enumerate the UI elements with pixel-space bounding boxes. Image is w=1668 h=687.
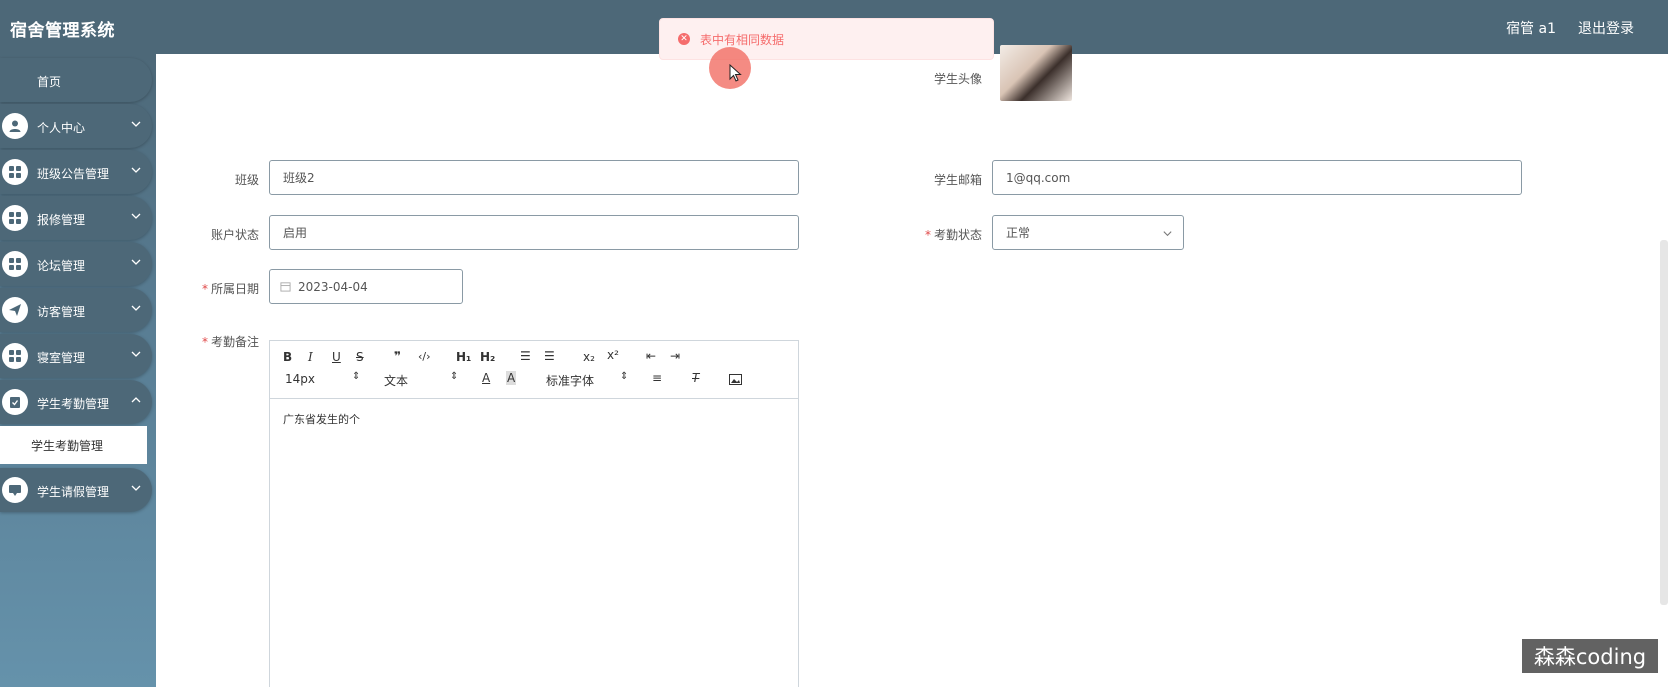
chevron-down-icon	[131, 213, 141, 219]
chevron-up-icon	[131, 397, 141, 403]
remark-label-text: 考勤备注	[210, 335, 259, 349]
code-icon[interactable]: ‹/›	[418, 350, 431, 363]
date-value: 2023-04-04	[298, 279, 368, 294]
sidebar-item-label: 首页	[37, 75, 62, 89]
chevron-down-icon	[131, 121, 141, 127]
app-title: 宿舍管理系统	[10, 21, 115, 41]
attendance-status-label: * 考勤状态	[924, 228, 982, 242]
sidebar-item-label: 报修管理	[37, 213, 86, 227]
email-field[interactable]: 1@qq.com	[992, 160, 1522, 195]
date-label-text: 所属日期	[210, 282, 259, 296]
font-size-arrows-icon: ⇕	[352, 371, 361, 382]
sidebar-item-personal-center[interactable]: 个人中心	[0, 104, 152, 148]
chevron-down-icon	[131, 167, 141, 173]
class-field[interactable]: 班级2	[269, 160, 799, 195]
font-size-select[interactable]: 14px	[285, 372, 315, 386]
mouse-cursor-icon	[729, 64, 742, 82]
grid-icon	[2, 205, 28, 231]
send-icon	[2, 297, 28, 323]
superscript-button[interactable]: x²	[607, 348, 619, 362]
email-label: 学生邮箱	[933, 173, 982, 187]
chevron-down-icon	[131, 305, 141, 311]
outdent-icon[interactable]: ⇤	[646, 349, 656, 363]
avatar-label: 学生头像	[933, 72, 982, 86]
sidebar-item-label: 班级公告管理	[37, 167, 110, 181]
class-label: 班级	[234, 173, 259, 187]
blockquote-icon[interactable]: ❞	[394, 349, 401, 363]
ordered-list-icon[interactable]: ☰	[520, 349, 531, 363]
sidebar-item-forum[interactable]: 论坛管理	[0, 242, 152, 286]
background-color-icon[interactable]: A	[506, 371, 517, 385]
sidebar-item-home[interactable]: 首页	[0, 58, 152, 102]
italic-button[interactable]: I	[308, 350, 313, 364]
sidebar-item-label: 论坛管理	[37, 259, 86, 273]
clear-format-icon[interactable]: T	[692, 371, 699, 385]
top-right-actions: 宿管 a1 退出登录	[1506, 18, 1634, 38]
sidebar-item-visitor[interactable]: 访客管理	[0, 288, 152, 332]
sidebar-subitem-attendance[interactable]: 学生考勤管理	[0, 426, 147, 464]
chat-icon	[2, 477, 28, 503]
watermark: 森森coding	[1522, 639, 1658, 673]
strike-button[interactable]: S	[356, 350, 364, 364]
grid-icon	[2, 159, 28, 185]
sidebar-item-attendance[interactable]: 学生考勤管理	[0, 380, 152, 424]
grid-icon	[2, 251, 28, 277]
sidebar-item-dorm[interactable]: 寝室管理	[0, 334, 152, 378]
editor-toolbar: B I U S ❞ ‹/› H₁ H₂ ☰ ☰ x₂ x² ⇤ ⇥ 14px ⇕…	[270, 341, 798, 399]
heading2-button[interactable]: H₂	[480, 350, 495, 364]
error-circle-icon: ✕	[678, 33, 690, 45]
image-icon[interactable]	[729, 374, 742, 385]
sidebar: 首页 个人中心 班级公告管理 报修管理 论坛管理 访客管理 寝室管理 学生考勤管…	[0, 54, 156, 687]
font-family-arrows-icon: ⇕	[620, 371, 629, 382]
class-value: 班级2	[283, 171, 315, 185]
remark-label: * 考勤备注	[201, 335, 259, 349]
calendar-icon	[280, 282, 291, 292]
text-style-arrows-icon: ⇕	[450, 371, 459, 382]
user-icon	[2, 113, 28, 139]
logout-button[interactable]: 退出登录	[1578, 18, 1634, 38]
toast-message: 表中有相同数据	[700, 32, 785, 47]
clipboard-icon	[2, 389, 28, 415]
date-picker[interactable]: 2023-04-04	[269, 269, 463, 304]
indent-icon[interactable]: ⇥	[670, 349, 680, 363]
editor-content[interactable]: 广东省发生的个	[283, 411, 360, 427]
sidebar-item-class-notice[interactable]: 班级公告管理	[0, 150, 152, 194]
underline-button[interactable]: U	[332, 350, 341, 364]
attendance-status-value: 正常	[1006, 226, 1031, 240]
sidebar-item-label: 寝室管理	[37, 351, 86, 365]
chevron-down-icon	[1163, 231, 1172, 237]
grid-icon	[2, 343, 28, 369]
email-value: 1@qq.com	[1006, 170, 1071, 185]
font-family-select[interactable]: 标准字体	[546, 372, 594, 389]
attendance-status-label-text: 考勤状态	[933, 228, 982, 242]
error-toast: ✕ 表中有相同数据	[659, 18, 994, 60]
account-status-value: 启用	[283, 226, 308, 240]
rich-text-editor: B I U S ❞ ‹/› H₁ H₂ ☰ ☰ x₂ x² ⇤ ⇥ 14px ⇕…	[269, 340, 799, 687]
chevron-down-icon	[131, 351, 141, 357]
sidebar-subitem-label: 学生考勤管理	[31, 438, 104, 453]
chevron-down-icon	[131, 259, 141, 265]
scrollbar[interactable]	[1660, 240, 1668, 605]
align-icon[interactable]: ≡	[652, 371, 662, 385]
chevron-down-icon	[131, 485, 141, 491]
font-color-icon[interactable]: A	[482, 371, 490, 385]
sidebar-item-label: 学生考勤管理	[37, 397, 110, 411]
account-status-field[interactable]: 启用	[269, 215, 799, 250]
attendance-status-select[interactable]: 正常	[992, 215, 1184, 250]
subscript-button[interactable]: x₂	[583, 350, 595, 364]
bold-button[interactable]: B	[283, 350, 292, 364]
sidebar-item-label: 访客管理	[37, 305, 86, 319]
student-avatar-image[interactable]	[1000, 45, 1072, 101]
sidebar-item-label: 学生请假管理	[37, 485, 110, 499]
sidebar-item-leave[interactable]: 学生请假管理	[0, 468, 152, 512]
heading1-button[interactable]: H₁	[456, 350, 471, 364]
text-style-select[interactable]: 文本	[384, 372, 408, 389]
sidebar-item-repair[interactable]: 报修管理	[0, 196, 152, 240]
bullet-list-icon[interactable]: ☰	[544, 349, 555, 363]
date-label: * 所属日期	[201, 282, 259, 296]
sidebar-item-label: 个人中心	[37, 121, 86, 135]
account-status-label: 账户状态	[210, 228, 259, 242]
user-name: 宿管 a1	[1506, 21, 1556, 37]
